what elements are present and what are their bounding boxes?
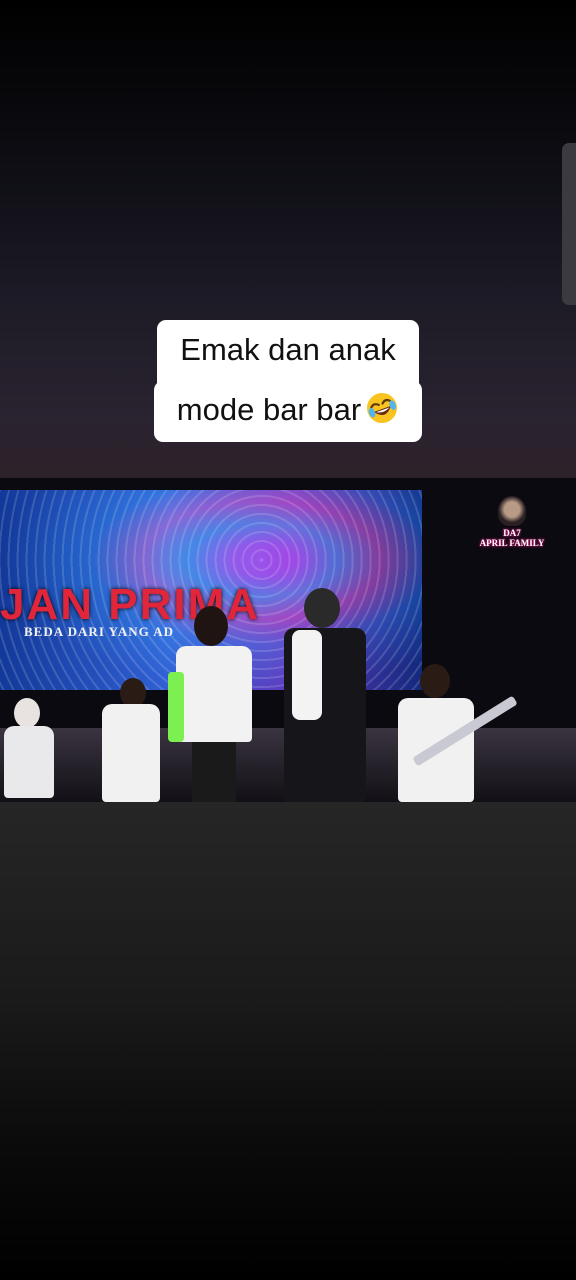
caption-line-2: mode bar bar bbox=[176, 392, 362, 427]
performer-mother-singer bbox=[270, 588, 374, 802]
video-player[interactable]: JAN PRIMA BEDA DARI YANG AD DA7 APRIL FA… bbox=[0, 478, 576, 802]
logo-portrait bbox=[498, 496, 526, 526]
performer-keyboard bbox=[0, 698, 60, 798]
channel-logo: DA7 APRIL FAMILY bbox=[472, 496, 552, 548]
performer-left bbox=[98, 678, 164, 802]
laughing-emoji-icon bbox=[367, 393, 398, 423]
video-caption: Emak dan anak mode bar bar bbox=[0, 320, 576, 442]
caption-line-2-box: mode bar bar bbox=[153, 381, 423, 442]
performer-child-singer bbox=[168, 606, 260, 802]
screen-subtitle-text: BEDA DARI YANG AD bbox=[24, 624, 175, 639]
side-panel-handle[interactable] bbox=[562, 143, 576, 305]
logo-line-2: APRIL FAMILY bbox=[479, 538, 545, 548]
performer-guitarist bbox=[392, 664, 518, 802]
logo-line-1: DA7 bbox=[503, 528, 521, 538]
